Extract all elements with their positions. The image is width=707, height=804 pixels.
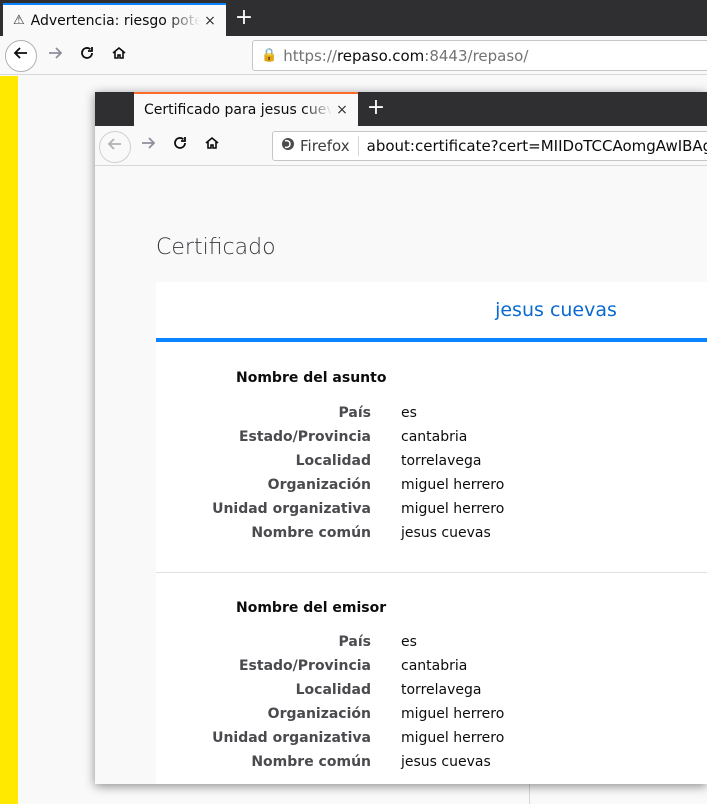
field-label: Nombre común — [251, 525, 371, 541]
forward-arrow-icon[interactable] — [40, 41, 70, 71]
field-value: miguel herrero — [401, 477, 505, 493]
issuer-row-org-unit: Unidad organizativa miguel herrero — [156, 730, 707, 754]
field-value: miguel herrero — [401, 706, 505, 722]
field-value: es — [401, 634, 417, 650]
new-tab-button[interactable]: + — [232, 4, 256, 32]
subject-row-state: Estado/Provincia cantabria — [156, 429, 707, 453]
field-value: cantabria — [401, 658, 468, 674]
subject-row-org-unit: Unidad organizativa miguel herrero — [156, 501, 707, 525]
cert-tab-header[interactable]: jesus cuevas — [156, 282, 707, 342]
certificate-page: Certificado jesus cuevas Nombre del asun… — [95, 167, 707, 784]
issuer-row-organization: Organización miguel herrero — [156, 706, 707, 730]
cert-tab-bar: Certificado para jesus cuevas × + — [95, 92, 707, 126]
page-title: Certificado — [156, 235, 276, 260]
issuer-row-country: País es — [156, 634, 707, 658]
outer-tab-warning[interactable]: ⚠ Advertencia: riesgo potencial × — [3, 3, 226, 36]
cert-address: about:certificate?cert=MIIDoTCCAomgAwIBA… — [366, 137, 707, 155]
issuer-row-state: Estado/Provincia cantabria — [156, 658, 707, 682]
url-port-path: :8443/repaso/ — [424, 46, 529, 65]
field-value: jesus cuevas — [401, 525, 491, 541]
close-icon[interactable]: × — [200, 13, 220, 29]
outer-tab-bar: ⚠ Advertencia: riesgo potencial × + — [0, 0, 707, 36]
field-label: Nombre común — [251, 754, 371, 770]
field-value: es — [401, 405, 417, 421]
lock-warning-icon[interactable]: 🔒 — [261, 48, 277, 63]
back-arrow-icon[interactable] — [99, 131, 131, 163]
cert-tab[interactable]: Certificado para jesus cuevas × — [134, 92, 358, 126]
firefox-icon — [281, 137, 295, 155]
back-arrow-icon[interactable] — [5, 40, 37, 72]
reload-icon[interactable] — [165, 131, 195, 161]
field-label: Localidad — [295, 453, 371, 469]
outer-nav-bar: 🔒 https:// repaso.com :8443/repaso/ — [0, 36, 707, 75]
field-value: torrelavega — [401, 453, 482, 469]
field-label: Estado/Provincia — [238, 658, 371, 674]
identity-label: Firefox — [300, 137, 350, 155]
field-label: Organización — [267, 477, 371, 493]
field-label: Unidad organizativa — [212, 730, 371, 746]
section-divider — [156, 572, 707, 573]
reload-icon[interactable] — [72, 41, 102, 71]
field-label: Estado/Provincia — [238, 429, 371, 445]
field-value: miguel herrero — [401, 730, 505, 746]
field-value: cantabria — [401, 429, 468, 445]
field-value: torrelavega — [401, 682, 482, 698]
issuer-row-common-name: Nombre común jesus cuevas — [156, 754, 707, 778]
left-yellow-strip — [0, 76, 18, 804]
outer-url-bar[interactable]: 🔒 https:// repaso.com :8443/repaso/ — [252, 40, 707, 71]
new-tab-button[interactable]: + — [364, 94, 388, 122]
subject-row-common-name: Nombre común jesus cuevas — [156, 525, 707, 549]
field-value: jesus cuevas — [401, 754, 491, 770]
field-value: miguel herrero — [401, 501, 505, 517]
subject-row-locality: Localidad torrelavega — [156, 453, 707, 477]
forward-arrow-icon[interactable] — [133, 131, 163, 161]
certificate-window: Certificado para jesus cuevas × + Firefo… — [95, 92, 707, 784]
url-scheme: https:// — [283, 46, 337, 65]
cert-url-bar[interactable]: Firefox about:certificate?cert=MIIDoTCCA… — [272, 131, 707, 161]
outer-tab-title: Advertencia: riesgo potencial — [30, 12, 200, 29]
subject-row-organization: Organización miguel herrero — [156, 477, 707, 501]
home-icon[interactable] — [104, 41, 134, 71]
cert-tab-title: Certificado para jesus cuevas — [144, 102, 332, 118]
issuer-row-locality: Localidad torrelavega — [156, 682, 707, 706]
home-icon[interactable] — [197, 131, 227, 161]
warning-icon: ⚠ — [13, 13, 25, 28]
common-name-header: jesus cuevas — [495, 299, 617, 321]
field-label: Organización — [267, 706, 371, 722]
field-label: Unidad organizativa — [212, 501, 371, 517]
identity-box[interactable]: Firefox — [273, 136, 359, 156]
cert-nav-bar: Firefox about:certificate?cert=MIIDoTCCA… — [95, 126, 707, 166]
field-label: País — [338, 405, 371, 421]
issuer-section-title: Nombre del emisor — [236, 600, 387, 616]
url-host: repaso.com — [336, 46, 425, 65]
close-icon[interactable]: × — [332, 102, 352, 118]
field-label: Localidad — [295, 682, 371, 698]
subject-row-country: País es — [156, 405, 707, 429]
field-label: País — [338, 634, 371, 650]
subject-section-title: Nombre del asunto — [236, 370, 387, 386]
certificate-card: jesus cuevas Nombre del asunto País es E… — [156, 282, 707, 784]
